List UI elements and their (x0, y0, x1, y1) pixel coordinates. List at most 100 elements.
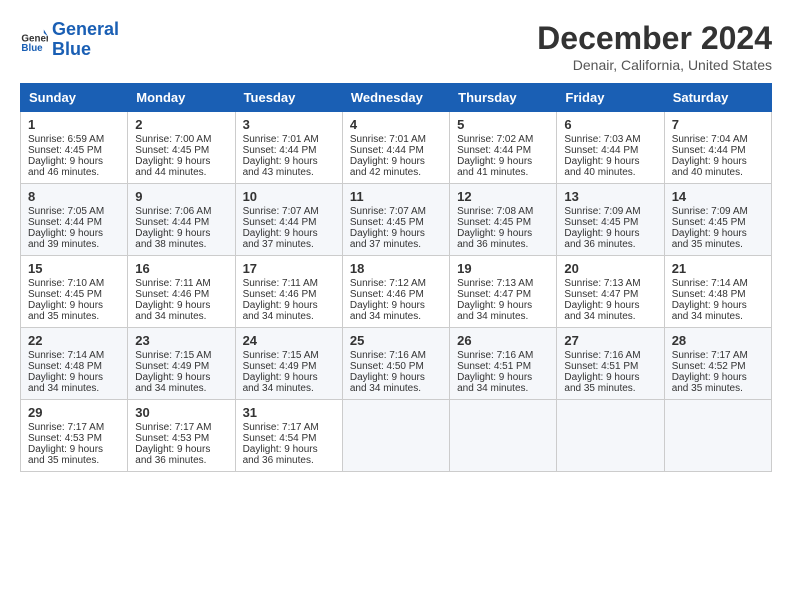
sunrise-text: Sunrise: 7:00 AM (135, 134, 211, 145)
calendar-cell: 25 Sunrise: 7:16 AMSunset: 4:50 PMDayligh… (342, 328, 449, 400)
calendar-cell: 6Sunrise: 7:03 AMSunset: 4:44 PMDaylight… (557, 112, 664, 184)
calendar-cell: 13Sunrise: 7:09 AMSunset: 4:45 PMDayligh… (557, 184, 664, 256)
calendar-cell: 28Sunrise: 7:17 AMSunset: 4:52 PMDayligh… (664, 328, 771, 400)
calendar-cell: 9Sunrise: 7:06 AMSunset: 4:44 PMDaylight… (128, 184, 235, 256)
sunset-text: Sunset: 4:51 PM (564, 361, 638, 372)
calendar-cell (664, 400, 771, 472)
daylight-text: Daylight: 9 hours and 34 minutes. (457, 300, 532, 322)
calendar-cell: 20Sunrise: 7:13 AMSunset: 4:47 PMDayligh… (557, 256, 664, 328)
day-number: 21 (672, 261, 764, 276)
day-number: 12 (457, 189, 549, 204)
sunrise-text: Sunrise: 7:06 AM (135, 206, 211, 217)
daylight-text: Daylight: 9 hours and 38 minutes. (135, 228, 210, 250)
sunset-text: Sunset: 4:52 PM (672, 361, 746, 372)
sunrise-text: Sunrise: 7:10 AM (28, 278, 104, 289)
sunset-text: Sunset: 4:45 PM (457, 217, 531, 228)
sunrise-text: Sunrise: 7:11 AM (243, 278, 318, 289)
calendar-cell: 22Sunrise: 7:14 AMSunset: 4:48 PMDayligh… (21, 328, 128, 400)
calendar-cell (557, 400, 664, 472)
sunset-text: Sunset: 4:44 PM (28, 217, 102, 228)
calendar-cell: 4Sunrise: 7:01 AMSunset: 4:44 PMDaylight… (342, 112, 449, 184)
sunrise-text: Sunrise: 7:04 AM (672, 134, 748, 145)
day-number: 10 (243, 189, 335, 204)
day-number: 17 (243, 261, 335, 276)
daylight-text: Daylight: 9 hours and 41 minutes. (457, 156, 532, 178)
sunrise-text: Sunrise: 7:16 AM (457, 350, 533, 361)
week-row-5: 29Sunrise: 7:17 AMSunset: 4:53 PMDayligh… (21, 400, 772, 472)
calendar-cell: 8Sunrise: 7:05 AMSunset: 4:44 PMDaylight… (21, 184, 128, 256)
calendar-cell: 27Sunrise: 7:16 AMSunset: 4:51 PMDayligh… (557, 328, 664, 400)
day-number: 6 (564, 117, 656, 132)
sunset-text: Sunset: 4:46 PM (135, 289, 209, 300)
column-header-thursday: Thursday (450, 84, 557, 112)
sunset-text: Sunset: 4:49 PM (135, 361, 209, 372)
calendar-cell: 14 Sunrise: 7:09 AMSunset: 4:45 PMDayligh… (664, 184, 771, 256)
sunrise-text: Sunrise: 7:15 AM (135, 350, 211, 361)
calendar-cell: 26Sunrise: 7:16 AMSunset: 4:51 PMDayligh… (450, 328, 557, 400)
week-row-1: 1Sunrise: 6:59 AMSunset: 4:45 PMDaylight… (21, 112, 772, 184)
daylight-text: Daylight: 9 hours and 36 minutes. (564, 228, 639, 250)
day-number: 27 (564, 333, 656, 348)
calendar-cell: 15Sunrise: 7:10 AMSunset: 4:45 PMDayligh… (21, 256, 128, 328)
sunrise-text: Sunrise: 7:02 AM (457, 134, 533, 145)
svg-text:Blue: Blue (21, 43, 43, 54)
sunset-text: Sunset: 4:44 PM (457, 145, 531, 156)
calendar-cell: 12Sunrise: 7:08 AMSunset: 4:45 PMDayligh… (450, 184, 557, 256)
sunrise-text: Sunrise: 7:16 AM (350, 350, 426, 361)
daylight-text: Daylight: 9 hours and 34 minutes. (457, 372, 532, 394)
sunset-text: Sunset: 4:44 PM (564, 145, 638, 156)
calendar-cell: 2Sunrise: 7:00 AMSunset: 4:45 PMDaylight… (128, 112, 235, 184)
daylight-text: Daylight: 9 hours and 34 minutes. (350, 372, 425, 394)
day-number: 4 (350, 117, 442, 132)
daylight-text: Daylight: 9 hours and 34 minutes. (243, 372, 318, 394)
day-number: 15 (28, 261, 120, 276)
location: Denair, California, United States (537, 57, 772, 73)
sunset-text: Sunset: 4:45 PM (28, 289, 102, 300)
logo-line1: General (52, 19, 119, 39)
sunset-text: Sunset: 4:47 PM (564, 289, 638, 300)
daylight-text: Daylight: 9 hours and 40 minutes. (564, 156, 639, 178)
header: General Blue General Blue December 2024 … (20, 20, 772, 73)
day-number: 23 (135, 333, 227, 348)
sunset-text: Sunset: 4:44 PM (135, 217, 209, 228)
calendar-cell: 30Sunrise: 7:17 AMSunset: 4:53 PMDayligh… (128, 400, 235, 472)
day-number: 28 (672, 333, 764, 348)
sunrise-text: Sunrise: 7:09 AM (564, 206, 640, 217)
daylight-text: Daylight: 9 hours and 35 minutes. (672, 228, 747, 250)
calendar-cell: 10Sunrise: 7:07 AMSunset: 4:44 PMDayligh… (235, 184, 342, 256)
daylight-text: Daylight: 9 hours and 36 minutes. (135, 444, 210, 466)
sunset-text: Sunset: 4:46 PM (243, 289, 317, 300)
daylight-text: Daylight: 9 hours and 36 minutes. (243, 444, 318, 466)
day-number: 1 (28, 117, 120, 132)
daylight-text: Daylight: 9 hours and 34 minutes. (243, 300, 318, 322)
sunset-text: Sunset: 4:45 PM (672, 217, 746, 228)
sunrise-text: Sunrise: 7:17 AM (243, 422, 319, 433)
sunrise-text: Sunrise: 7:08 AM (457, 206, 533, 217)
sunrise-text: Sunrise: 7:11 AM (135, 278, 210, 289)
daylight-text: Daylight: 9 hours and 42 minutes. (350, 156, 425, 178)
calendar-cell: 18Sunrise: 7:12 AMSunset: 4:46 PMDayligh… (342, 256, 449, 328)
calendar-cell: 17 Sunrise: 7:11 AMSunset: 4:46 PMDayligh… (235, 256, 342, 328)
sunrise-text: Sunrise: 7:09 AM (672, 206, 748, 217)
sunset-text: Sunset: 4:44 PM (672, 145, 746, 156)
daylight-text: Daylight: 9 hours and 46 minutes. (28, 156, 103, 178)
daylight-text: Daylight: 9 hours and 37 minutes. (243, 228, 318, 250)
week-row-3: 15 Sunrise: 7:10 AMSunset: 4:45 PM Dayligh… (21, 256, 772, 328)
sunset-text: Sunset: 4:53 PM (135, 433, 209, 444)
day-number: 18 (350, 261, 442, 276)
title-area: December 2024 Denair, California, United… (537, 20, 772, 73)
daylight-text: Daylight: 9 hours and 40 minutes. (672, 156, 747, 178)
sunset-text: Sunset: 4:46 PM (350, 289, 424, 300)
column-header-saturday: Saturday (664, 84, 771, 112)
day-number: 14 (672, 189, 764, 204)
day-number: 25 (350, 333, 442, 348)
sunrise-text: Sunrise: 7:07 AM (243, 206, 319, 217)
calendar-cell: 7Sunrise: 7:04 AMSunset: 4:44 PMDaylight… (664, 112, 771, 184)
sunset-text: Sunset: 4:50 PM (350, 361, 424, 372)
calendar-cell: 31Sunrise: 7:17 AMSunset: 4:54 PMDayligh… (235, 400, 342, 472)
daylight-text: Daylight: 9 hours and 34 minutes. (564, 300, 639, 322)
calendar-cell: 3Sunrise: 7:01 AMSunset: 4:44 PMDaylight… (235, 112, 342, 184)
sunset-text: Sunset: 4:44 PM (350, 145, 424, 156)
day-number: 5 (457, 117, 549, 132)
sunset-text: Sunset: 4:49 PM (243, 361, 317, 372)
